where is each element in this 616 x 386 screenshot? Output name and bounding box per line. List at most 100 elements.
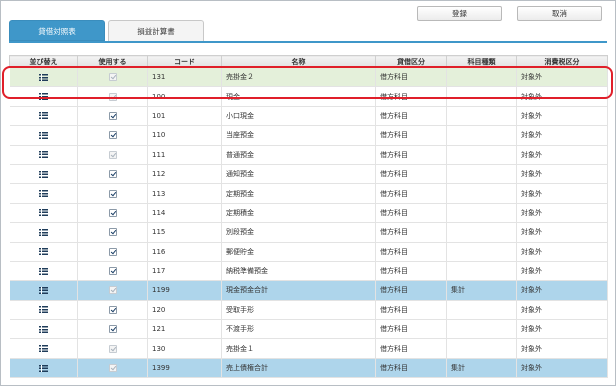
table-row[interactable]: 112 通知預金 借方科目 対象外 <box>9 164 608 185</box>
tab-balance-sheet[interactable]: 貸借対照表 <box>9 20 105 41</box>
use-checkbox[interactable] <box>108 111 117 120</box>
table-row[interactable]: 100 現金 借方科目 対象外 <box>9 86 608 107</box>
drag-handle-icon[interactable] <box>38 306 48 314</box>
use-checkbox[interactable] <box>108 131 117 140</box>
table-row[interactable]: 114 定期積金 借方科目 対象外 <box>9 203 608 224</box>
header-sort[interactable]: 並び替え <box>9 55 78 68</box>
drag-handle-icon[interactable] <box>38 112 48 120</box>
table-row[interactable]: 120 受取手形 借方科目 対象外 <box>9 300 608 321</box>
use-cell <box>77 67 148 88</box>
name-cell: 売掛金２ <box>221 67 376 88</box>
account-kind-cell <box>446 222 517 243</box>
table-row[interactable]: 131 売掛金２ 借方科目 対象外 <box>9 67 608 88</box>
tax-category-cell: 対象外 <box>516 183 608 204</box>
use-checkbox[interactable] <box>108 247 117 256</box>
drag-handle-icon[interactable] <box>38 364 48 372</box>
account-kind-cell <box>446 338 517 359</box>
tax-category-cell: 対象外 <box>516 319 608 340</box>
name-cell: 売上債権合計 <box>221 358 376 379</box>
name-cell: 普通預金 <box>221 145 376 165</box>
drag-handle-icon[interactable] <box>38 345 48 353</box>
code-cell: 111 <box>147 145 222 165</box>
drag-handle-icon[interactable] <box>38 151 48 159</box>
tax-category-cell: 対象外 <box>516 338 608 359</box>
drag-handle-icon[interactable] <box>38 248 48 256</box>
account-kind-cell <box>446 86 517 107</box>
sort-cell <box>9 242 78 262</box>
use-checkbox[interactable] <box>108 267 117 276</box>
account-kind-cell <box>446 300 517 321</box>
use-checkbox[interactable] <box>108 189 117 198</box>
header-account-kind[interactable]: 科目種類 <box>446 55 517 68</box>
debit-credit-cell: 借方科目 <box>375 261 447 282</box>
code-cell: 116 <box>147 242 222 262</box>
table-row[interactable]: 110 当座預金 借方科目 対象外 <box>9 125 608 146</box>
header-name[interactable]: 名称 <box>221 55 376 68</box>
table-row[interactable]: 116 郵便貯金 借方科目 対象外 <box>9 242 608 262</box>
register-button[interactable]: 登録 <box>417 6 502 21</box>
drag-handle-icon[interactable] <box>38 131 48 139</box>
use-checkbox[interactable] <box>108 170 117 179</box>
cancel-button[interactable]: 取消 <box>517 6 602 21</box>
name-cell: 受取手形 <box>221 300 376 321</box>
drag-handle-icon[interactable] <box>38 286 48 294</box>
window-frame: 登録 取消 貸借対照表 損益計算書 並び替え 使用する コード 名称 貸借区分 … <box>0 0 616 386</box>
drag-handle-icon[interactable] <box>38 228 48 236</box>
sort-cell <box>9 222 78 243</box>
drag-handle-icon[interactable] <box>38 325 48 333</box>
use-cell <box>77 280 148 301</box>
table-row[interactable]: 1199 現金預金合計 借方科目 集計 対象外 <box>9 280 608 301</box>
debit-credit-cell: 借方科目 <box>375 242 447 262</box>
drag-handle-icon[interactable] <box>38 209 48 217</box>
header-debit-credit[interactable]: 貸借区分 <box>375 55 447 68</box>
table-row[interactable]: 115 別段預金 借方科目 対象外 <box>9 222 608 243</box>
debit-credit-cell: 借方科目 <box>375 145 447 165</box>
debit-credit-cell: 借方科目 <box>375 358 447 379</box>
use-checkbox[interactable] <box>108 228 117 237</box>
name-cell: 小口現金 <box>221 106 376 127</box>
tax-category-cell: 対象外 <box>516 106 608 127</box>
code-cell: 120 <box>147 300 222 321</box>
drag-handle-icon[interactable] <box>38 93 48 101</box>
table-row[interactable]: 111 普通預金 借方科目 対象外 <box>9 145 608 165</box>
tab-income-statement[interactable]: 損益計算書 <box>108 20 204 41</box>
name-cell: 当座預金 <box>221 125 376 146</box>
use-cell <box>77 261 148 282</box>
code-cell: 101 <box>147 106 222 127</box>
use-checkbox[interactable] <box>108 325 117 334</box>
table-row[interactable]: 101 小口現金 借方科目 対象外 <box>9 106 608 127</box>
account-kind-cell <box>446 125 517 146</box>
table-row[interactable]: 117 納税準備預金 借方科目 対象外 <box>9 261 608 282</box>
sort-cell <box>9 338 78 359</box>
debit-credit-cell: 借方科目 <box>375 106 447 127</box>
table-row[interactable]: 1399 売上債権合計 借方科目 集計 対象外 <box>9 358 608 379</box>
drag-handle-icon[interactable] <box>38 267 48 275</box>
code-cell: 117 <box>147 261 222 282</box>
table-row[interactable]: 113 定期預金 借方科目 対象外 <box>9 183 608 204</box>
sort-cell <box>9 319 78 340</box>
table-row[interactable]: 121 不渡手形 借方科目 対象外 <box>9 319 608 340</box>
name-cell: 売掛金１ <box>221 338 376 359</box>
table-row[interactable]: 130 売掛金１ 借方科目 対象外 <box>9 338 608 359</box>
sort-cell <box>9 358 78 379</box>
account-kind-cell <box>446 183 517 204</box>
header-code[interactable]: コード <box>147 55 222 68</box>
sort-cell <box>9 86 78 107</box>
use-checkbox[interactable] <box>108 305 117 314</box>
drag-handle-icon[interactable] <box>38 190 48 198</box>
code-cell: 121 <box>147 319 222 340</box>
code-cell: 131 <box>147 67 222 88</box>
account-kind-cell: 集計 <box>446 358 517 379</box>
use-checkbox[interactable] <box>108 208 117 217</box>
tax-category-cell: 対象外 <box>516 145 608 165</box>
debit-credit-cell: 借方科目 <box>375 164 447 185</box>
sort-cell <box>9 261 78 282</box>
header-use[interactable]: 使用する <box>77 55 148 68</box>
drag-handle-icon[interactable] <box>38 73 48 81</box>
sort-cell <box>9 183 78 204</box>
header-tax-category[interactable]: 消費税区分 <box>516 55 608 68</box>
use-cell <box>77 125 148 146</box>
debit-credit-cell: 借方科目 <box>375 67 447 88</box>
sort-cell <box>9 145 78 165</box>
drag-handle-icon[interactable] <box>38 170 48 178</box>
